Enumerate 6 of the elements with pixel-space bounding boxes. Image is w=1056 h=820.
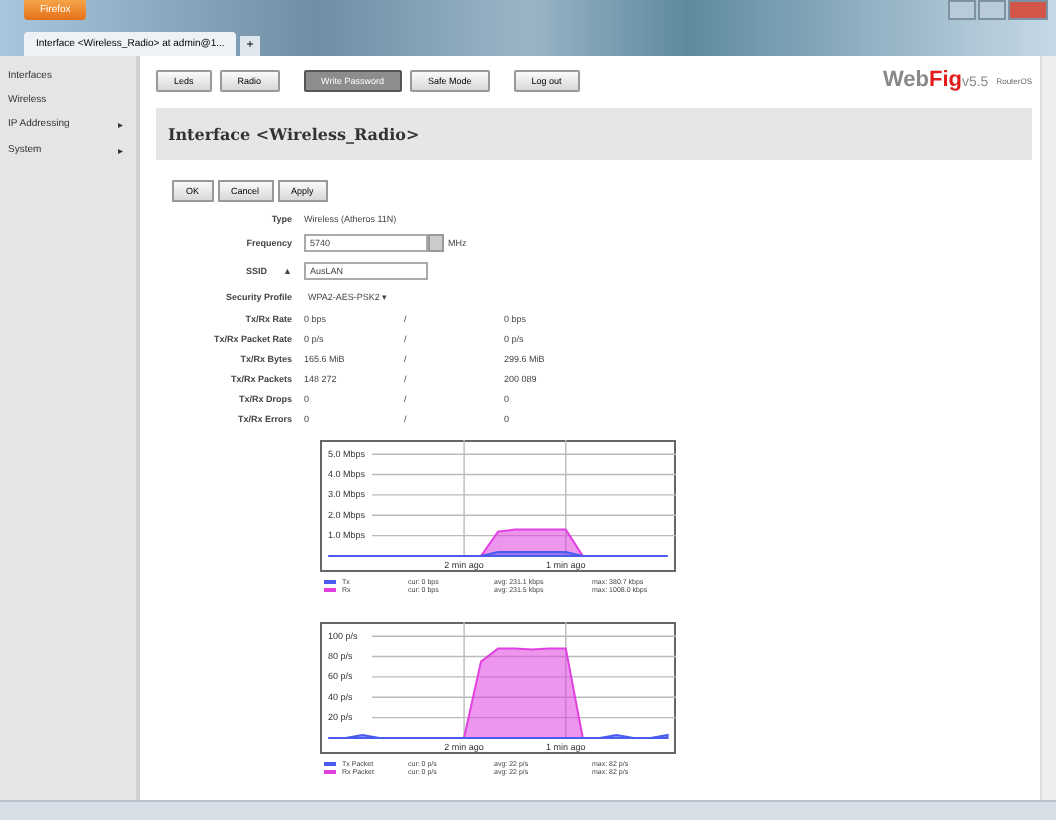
close-icon[interactable]: [1008, 0, 1048, 20]
scrollbar[interactable]: [1040, 56, 1056, 800]
dropdown-icon[interactable]: [428, 234, 444, 252]
page-title: Interface <Wireless_Radio>: [156, 108, 1032, 160]
maximize-icon[interactable]: [978, 0, 1006, 20]
minimize-icon[interactable]: [948, 0, 976, 20]
